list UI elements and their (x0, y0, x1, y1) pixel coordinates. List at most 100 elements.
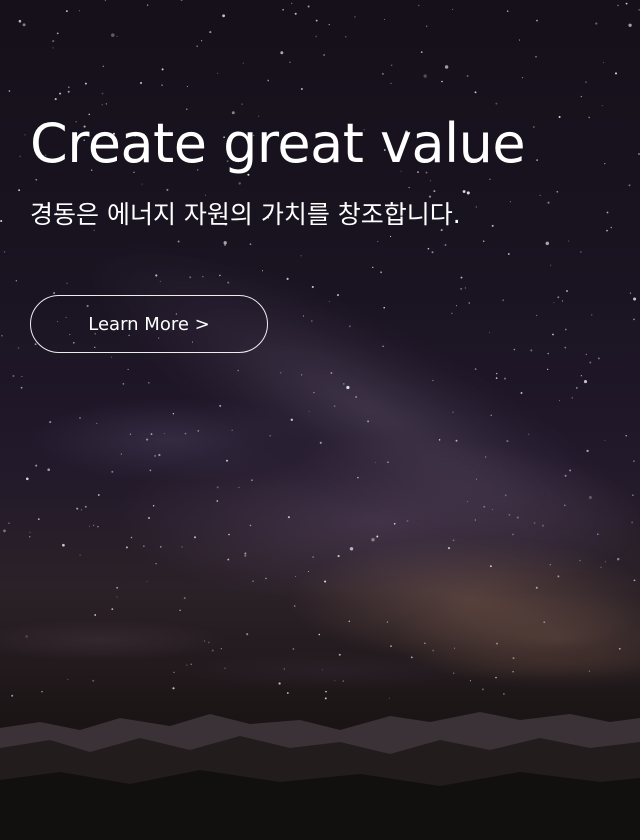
star (614, 72, 618, 75)
star (432, 379, 434, 382)
star (125, 546, 128, 549)
star (580, 251, 582, 253)
star (286, 277, 289, 280)
star (488, 331, 491, 333)
star (387, 461, 389, 463)
star (552, 333, 554, 336)
star (567, 240, 570, 242)
star (56, 32, 59, 35)
star (29, 531, 31, 533)
star (238, 486, 240, 489)
star (196, 45, 198, 47)
star (102, 65, 105, 68)
star (536, 19, 538, 22)
star (315, 19, 318, 22)
star (146, 580, 148, 582)
star (571, 397, 573, 399)
star (261, 270, 264, 272)
star (549, 564, 551, 566)
star (579, 559, 581, 562)
star (202, 276, 204, 278)
star (301, 374, 303, 376)
star (241, 103, 243, 105)
star (29, 536, 31, 538)
star (300, 255, 302, 257)
star (280, 51, 284, 55)
star (294, 12, 297, 15)
star (616, 557, 620, 561)
star (152, 504, 155, 507)
star (161, 84, 163, 87)
star (269, 434, 271, 437)
star (312, 556, 314, 558)
star (21, 375, 23, 377)
star (460, 288, 462, 290)
star (632, 494, 634, 496)
star (600, 566, 602, 568)
star (553, 302, 555, 304)
star (310, 320, 313, 322)
star (452, 539, 455, 542)
star (371, 537, 375, 542)
star (545, 241, 550, 246)
star (455, 439, 458, 442)
star (504, 377, 506, 380)
star (452, 8, 454, 10)
star (146, 438, 149, 441)
star (495, 377, 498, 379)
star (84, 82, 87, 85)
star (231, 429, 233, 432)
star (589, 361, 592, 364)
star (223, 241, 227, 245)
star (130, 536, 133, 539)
hero-headline: Create great value (30, 112, 526, 175)
star (139, 81, 143, 85)
star (291, 2, 293, 5)
star (595, 22, 598, 25)
star (474, 519, 476, 521)
hero-content: Create great value 경동은 에너지 자원의 가치를 창조합니다… (30, 108, 610, 232)
star (482, 240, 485, 243)
star (143, 545, 145, 547)
star (383, 18, 386, 21)
star (129, 433, 132, 435)
star (200, 40, 203, 42)
star (3, 251, 6, 253)
star (148, 382, 150, 384)
star (159, 280, 162, 283)
star (346, 385, 350, 390)
star (84, 505, 87, 508)
star (290, 418, 293, 421)
star (62, 543, 65, 547)
star (146, 4, 149, 6)
star (558, 400, 560, 402)
star (604, 439, 606, 441)
star (249, 243, 252, 245)
star (35, 464, 38, 467)
star (512, 533, 514, 536)
star (604, 561, 606, 563)
star (418, 4, 420, 7)
star (390, 64, 393, 67)
star (155, 562, 157, 565)
star (569, 469, 572, 472)
star (376, 535, 379, 538)
star (97, 526, 99, 528)
star (315, 35, 317, 38)
star (147, 516, 151, 520)
star (226, 459, 228, 462)
learn-more-button[interactable]: Learn More > (30, 295, 268, 353)
star (24, 134, 26, 136)
star (88, 525, 90, 527)
star (52, 47, 54, 49)
star (633, 579, 636, 582)
star (249, 524, 252, 527)
star (307, 5, 310, 8)
star (93, 524, 95, 526)
star (496, 372, 498, 375)
star (120, 453, 122, 455)
star (47, 468, 51, 472)
star (535, 56, 537, 58)
star (18, 189, 21, 192)
star (216, 72, 219, 74)
